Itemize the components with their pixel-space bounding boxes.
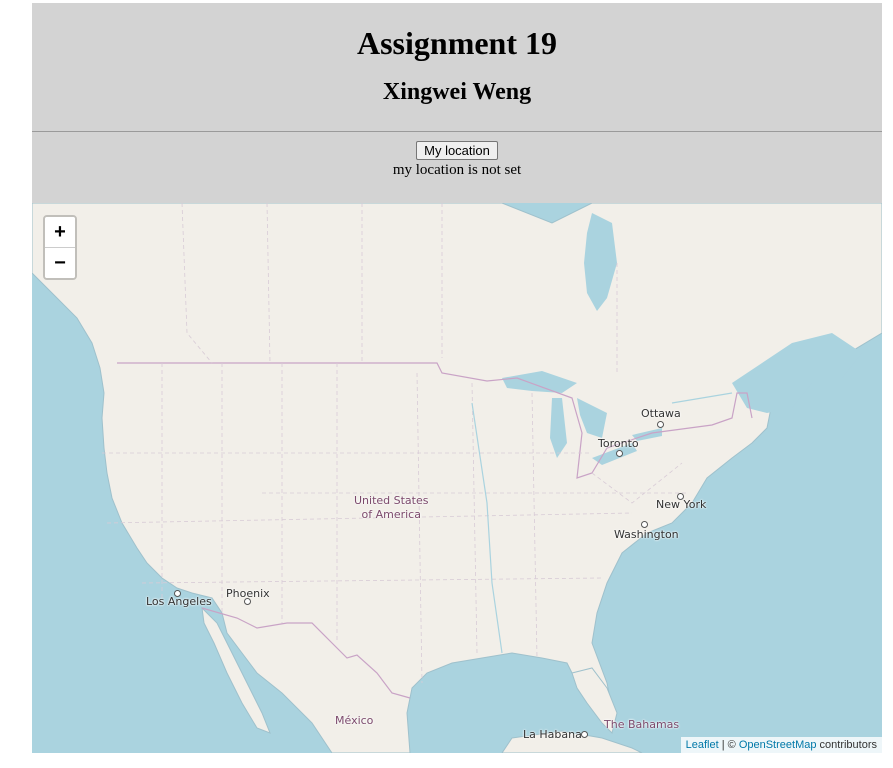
map-attribution: Leaflet | © OpenStreetMap contributors [680,737,882,753]
page-container: Assignment 19 Xingwei Weng My location m… [32,3,882,753]
zoom-in-button[interactable]: + [45,217,75,248]
label-usa: United States of America [354,494,429,522]
map[interactable]: Ottawa Toronto New York Washington Unite… [32,203,882,753]
page-title: Assignment 19 [356,25,557,61]
label-ottawa: Ottawa [641,407,681,420]
zoom-control: + − [43,215,77,280]
label-washington: Washington [614,528,679,541]
label-new-york: New York [656,498,707,511]
label-usa-line2: of America [361,508,421,521]
openstreetmap-link[interactable]: OpenStreetMap [739,739,817,751]
label-usa-line1: United States [354,494,429,507]
city-dot-washington [641,521,648,528]
city-dot-la-habana [581,731,588,738]
city-dot-phoenix [244,598,251,605]
label-bahamas: The Bahamas [604,718,680,731]
label-toronto: Toronto [598,437,639,450]
leaflet-link[interactable]: Leaflet [686,739,719,751]
label-los-angeles: Los Angeles [146,595,212,608]
attribution-separator: | © [718,739,739,751]
map-tiles [32,203,882,753]
zoom-out-button[interactable]: − [45,248,75,278]
my-location-button[interactable]: My location [416,141,498,160]
label-la-habana: La Habana [523,728,582,741]
label-mexico: México [335,714,374,727]
header: Assignment 19 Xingwei Weng [32,3,882,132]
city-dot-ottawa [657,421,664,428]
location-controls: My location my location is not set [32,132,882,203]
location-status: my location is not set [392,162,522,178]
author-name: Xingwei Weng [382,79,532,105]
attribution-suffix: contributors [816,739,877,751]
city-dot-toronto [616,450,623,457]
